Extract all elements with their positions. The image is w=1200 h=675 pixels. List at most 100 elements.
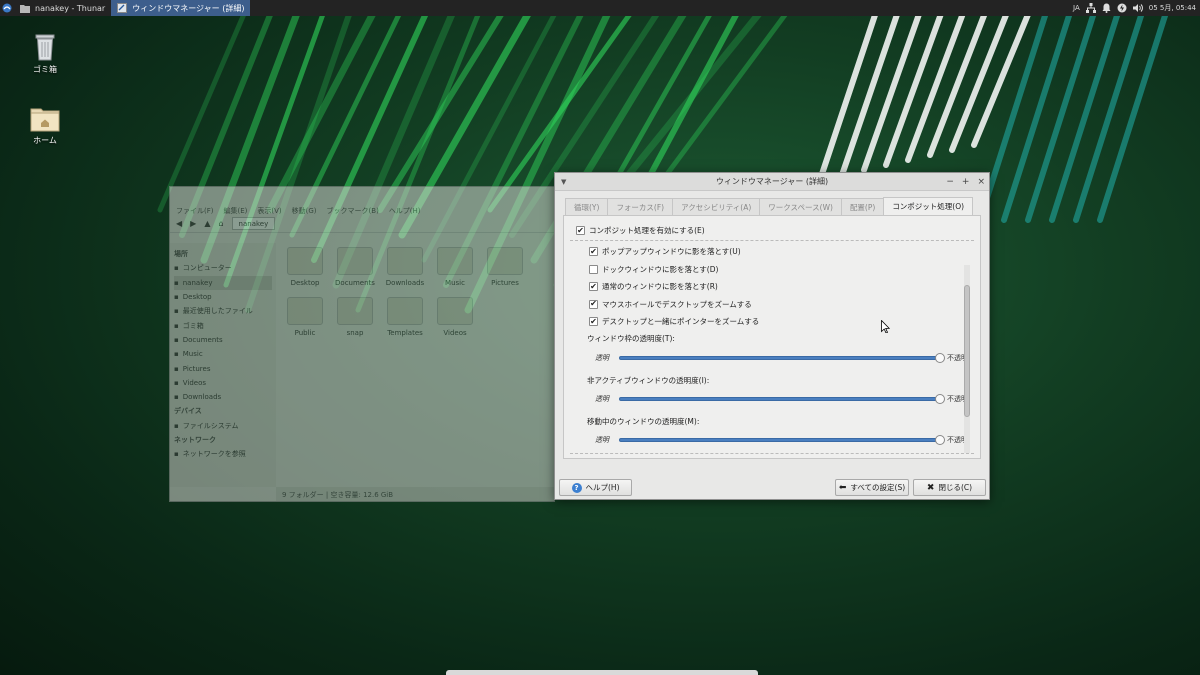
sidebar-item[interactable]: ▪ 最近使用したファイル	[174, 304, 272, 318]
forward-arrow-icon[interactable]: ▶	[190, 219, 196, 228]
file-label: Pictures	[491, 279, 519, 287]
applications-menu-button[interactable]	[0, 0, 14, 16]
inactive-opacity-slider[interactable]: 透明 不透明	[595, 393, 974, 405]
desktop-icon-trash[interactable]: ゴミ箱	[15, 33, 75, 75]
thunar-menu-item[interactable]: 編集(E)	[224, 206, 248, 215]
help-button[interactable]: ? ヘルプ(H)	[559, 479, 632, 496]
checkbox-box[interactable]: ✔	[589, 282, 598, 292]
frame-opacity-slider[interactable]: 透明 不透明	[595, 352, 974, 364]
taskbar-item-thunar[interactable]: nanakey - Thunar	[14, 0, 111, 16]
tab-panel-compositor: ✔ コンポジット処理を有効にする(E) ✔ ポップアップウィンドウに影を落とす(U…	[563, 215, 981, 459]
tab-3[interactable]: ワークスペース(W)	[759, 198, 842, 215]
sidebar-item-label: Downloads	[182, 393, 222, 402]
thunar-menu-item[interactable]: ファイル(F)	[176, 206, 214, 215]
window-manager-dialog[interactable]: ▼ ウィンドウマネージャー (詳細) − + × 循環(Y) フォーカス(F) アク…	[554, 172, 990, 500]
checkbox-box[interactable]: ✔	[589, 247, 598, 257]
file-label: Downloads	[385, 279, 425, 287]
volume-icon[interactable]	[1132, 3, 1143, 13]
clock[interactable]: 05 5月, 05:44	[1149, 3, 1196, 13]
file-item[interactable]: Desktop	[280, 247, 330, 287]
thunar-sidebar: 場所 ▪ コンピューター ▪ nanakey ▪ Desktop ▪ 最近使用したファイル ▪ ゴミ…	[170, 243, 276, 487]
tab-5[interactable]: コンポジット処理(O)	[883, 197, 974, 215]
folder-icon	[437, 247, 473, 275]
file-item[interactable]: Public	[280, 297, 330, 337]
slider-knob[interactable]	[935, 394, 945, 404]
file-item[interactable]: Music	[430, 247, 480, 287]
slider-track[interactable]	[619, 353, 945, 363]
compositor-options-scroll[interactable]: ✔ ポップアップウィンドウに影を落とす(U) ドックウィンドウに影を落とす(D) ✔ 通…	[570, 240, 974, 454]
power-status-icon[interactable]	[1117, 3, 1127, 13]
tab-4[interactable]: 配置(P)	[840, 198, 885, 215]
sidebar-item[interactable]: ▪ ネットワークを参照	[174, 447, 272, 461]
checkbox-box[interactable]: ✔	[589, 299, 598, 309]
sidebar-item[interactable]: ▪ nanakey	[174, 275, 272, 290]
close-button[interactable]: ✖ 閉じる(C)	[913, 479, 986, 496]
option-checkbox-2[interactable]: ✔ 通常のウィンドウに影を落とす(R)	[589, 278, 969, 296]
option-checkbox-3[interactable]: ✔ マウスホイールでデスクトップをズームする	[589, 296, 969, 314]
option-checkbox-0[interactable]: ✔ ポップアップウィンドウに影を落とす(U)	[589, 243, 969, 261]
checkbox-box[interactable]: ✔	[576, 226, 585, 236]
minimize-icon[interactable]: −	[946, 177, 954, 187]
maximize-icon[interactable]: +	[962, 177, 970, 187]
sidebar-item[interactable]: ▪ Pictures	[174, 361, 272, 375]
bottom-dock[interactable]	[446, 670, 758, 675]
keyboard-layout-indicator[interactable]: JA	[1073, 4, 1080, 12]
back-arrow-icon[interactable]: ◀	[176, 219, 182, 228]
thunar-statusbar: 9 フォルダー | 空き容量: 12.6 GiB	[276, 487, 554, 501]
sidebar-item[interactable]: ▪ コンピューター	[174, 261, 272, 275]
slider-knob[interactable]	[935, 353, 945, 363]
sidebar-item[interactable]: ▪ Downloads	[174, 390, 272, 404]
sidebar-item[interactable]: ▪ Music	[174, 347, 272, 361]
checkbox-box[interactable]	[589, 264, 598, 274]
option-checkbox-4[interactable]: ✔ デスクトップと一緒にポインターをズームする	[589, 313, 969, 331]
all-settings-button[interactable]: ⬅ すべての設定(S)	[835, 479, 909, 496]
sidebar-item[interactable]: ▪ Documents	[174, 333, 272, 347]
close-icon[interactable]: ×	[977, 177, 985, 187]
taskbar-item-label: ウィンドウマネージャー (詳細)	[132, 3, 245, 13]
desktop-icon-label: ゴミ箱	[33, 65, 57, 74]
folder-icon	[287, 297, 323, 325]
taskbar-item-window-manager[interactable]: ウィンドウマネージャー (詳細)	[111, 0, 251, 16]
downloads-icon: ▪	[174, 393, 179, 402]
thunar-menu-item[interactable]: 表示(V)	[257, 206, 281, 215]
network-icon[interactable]	[1085, 3, 1096, 13]
file-item[interactable]: Pictures	[480, 247, 530, 287]
file-item[interactable]: Downloads	[380, 247, 430, 287]
sidebar-item-label: Documents	[182, 335, 223, 344]
sidebar-item-label: nanakey	[182, 278, 213, 287]
checkbox-box[interactable]: ✔	[589, 317, 598, 327]
file-item[interactable]: Documents	[330, 247, 380, 287]
slider-knob[interactable]	[935, 435, 945, 445]
file-item[interactable]: snap	[330, 297, 380, 337]
location-bar[interactable]: nanakey	[231, 217, 276, 230]
tab-1[interactable]: フォーカス(F)	[607, 198, 674, 215]
thunar-menu-item[interactable]: 移動(G)	[292, 206, 317, 215]
thunar-menu-item[interactable]: ブックマーク(B)	[327, 206, 379, 215]
file-item[interactable]: Videos	[430, 297, 480, 337]
sidebar-item[interactable]: ▪ ファイルシステム	[174, 419, 272, 433]
move-opacity-slider[interactable]: 透明 不透明	[595, 434, 974, 446]
tab-0[interactable]: 循環(Y)	[565, 198, 609, 215]
slider-track[interactable]	[619, 394, 945, 404]
desktop-icon-home[interactable]: ホーム	[15, 106, 75, 146]
sidebar-item[interactable]: ▪ Desktop	[174, 290, 272, 304]
dialog-titlebar[interactable]: ▼ ウィンドウマネージャー (詳細) − + ×	[555, 173, 989, 191]
sidebar-item[interactable]: ▪ ゴミ箱	[174, 318, 272, 332]
home-icon[interactable]: ⌂	[218, 219, 223, 228]
notification-bell-icon[interactable]	[1102, 3, 1111, 13]
sidebar-item[interactable]: ▪ Videos	[174, 376, 272, 390]
option-checkbox-1[interactable]: ドックウィンドウに影を落とす(D)	[589, 261, 969, 279]
scrollbar-thumb[interactable]	[964, 285, 970, 417]
tab-2[interactable]: アクセシビリティ(A)	[672, 198, 761, 215]
enable-compositor-checkbox[interactable]: ✔ コンポジット処理を有効にする(E)	[576, 222, 705, 240]
sidebar-item-label: ネットワークを参照	[182, 450, 246, 459]
slider-track[interactable]	[619, 435, 945, 445]
up-arrow-icon[interactable]: ▲	[204, 219, 210, 228]
file-item[interactable]: Templates	[380, 297, 430, 337]
dialog-title: ウィンドウマネージャー (詳細)	[715, 177, 829, 186]
sidebar-header: ネットワーク	[174, 433, 272, 447]
vertical-scrollbar[interactable]	[964, 265, 970, 453]
file-label: Desktop	[290, 279, 320, 287]
thunar-menu-item[interactable]: ヘルプ(H)	[389, 206, 421, 215]
thunar-window[interactable]: ファイル(F) 編集(E) 表示(V) 移動(G) ブックマーク(B) ヘルプ(H) ◀ …	[169, 186, 555, 502]
